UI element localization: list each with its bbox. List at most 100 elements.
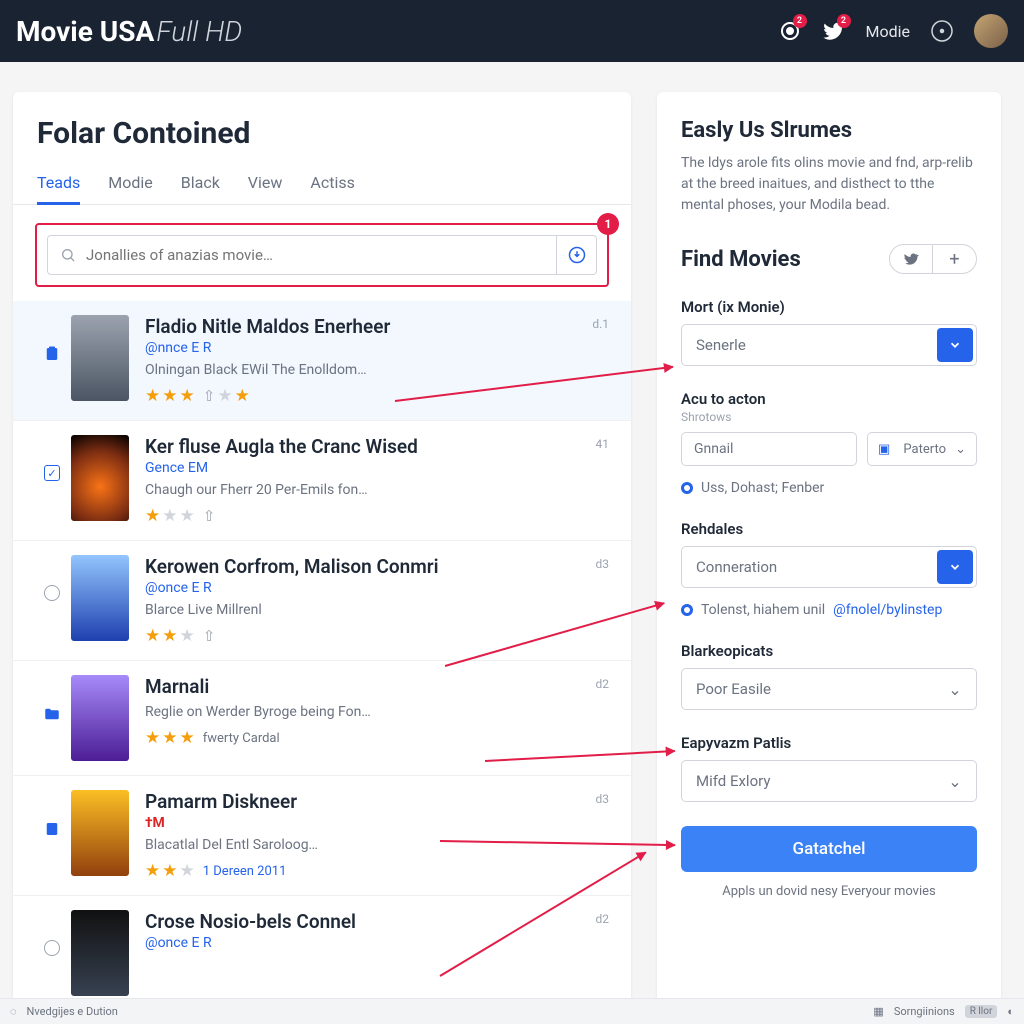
- select-value: Poor Easile: [682, 680, 934, 698]
- item-marker[interactable]: ✓: [33, 435, 71, 481]
- radio-icon: [44, 585, 60, 601]
- result-subtitle: @once E R: [145, 580, 611, 596]
- result-description: Olningan Black EWil The Enolldom…: [145, 362, 611, 378]
- item-marker[interactable]: [33, 315, 71, 363]
- tab-actiss[interactable]: Actiss: [310, 167, 354, 204]
- download-button[interactable]: [557, 235, 597, 275]
- field-label-3: Rehdales: [681, 520, 977, 538]
- poster-thumbnail: [71, 555, 129, 641]
- item-marker[interactable]: [33, 910, 71, 956]
- search-input[interactable]: [86, 246, 544, 264]
- result-description: Reglie on Werder Byroge being Fon…: [145, 704, 611, 720]
- tab-black[interactable]: Black: [181, 167, 220, 204]
- results-list: Fladio Nitle Maldos Enerheer @nnce E R O…: [13, 301, 631, 1010]
- item-marker[interactable]: [33, 675, 71, 723]
- toggle-add[interactable]: +: [933, 244, 977, 274]
- tab-modie[interactable]: Modie: [108, 167, 153, 204]
- result-item[interactable]: Kerowen Corfrom, Malison Conmri @once E …: [13, 540, 631, 660]
- share-icon[interactable]: ⇧: [203, 507, 216, 525]
- result-item[interactable]: Pamarm Diskneer †M Blacatlal Del Entl Sa…: [13, 775, 631, 895]
- annotation-badge-1: 1: [597, 213, 619, 235]
- plus-icon: +: [949, 249, 959, 270]
- bird-icon: [903, 251, 919, 267]
- action-input[interactable]: Gnnail: [681, 432, 857, 466]
- radio-icon: [681, 482, 693, 494]
- field-label-5: Eapyvazm Patlis: [681, 734, 977, 752]
- poster-thumbnail: [71, 435, 129, 521]
- download-icon: [568, 246, 586, 264]
- header-mode-label[interactable]: Modie: [866, 22, 911, 41]
- field-label-4: Blarkeopicats: [681, 642, 977, 660]
- sidebar-heading: Easly Us Slrumes: [681, 118, 977, 143]
- results-panel: Folar Contoined Teads Modie Black View A…: [13, 92, 631, 1010]
- search-highlight-container: 1: [35, 223, 609, 287]
- brand-main: Movie USA: [16, 15, 154, 48]
- rating-extra: fwerty Cardal: [203, 731, 280, 746]
- field-label-2: Acu to acton: [681, 390, 977, 408]
- help-icon[interactable]: [930, 19, 954, 43]
- radio-option-1[interactable]: Uss, Dohast; Fenber: [681, 480, 977, 496]
- rating: ★★★⇧: [145, 506, 611, 526]
- result-item[interactable]: Marnali Reglie on Werder Byroge being Fo…: [13, 660, 631, 775]
- select-value: Conneration: [682, 558, 934, 576]
- result-item[interactable]: Crose Nosio-bels Connel @once E R d2: [13, 895, 631, 1010]
- result-item[interactable]: Fladio Nitle Maldos Enerheer @nnce E R O…: [13, 301, 631, 420]
- status-grid-icon: ▦: [873, 1005, 883, 1018]
- status-dot-icon: ◌: [10, 1005, 17, 1018]
- brand-sub: Full HD: [156, 15, 242, 48]
- bird-icon[interactable]: 2: [822, 19, 846, 43]
- result-description: Chaugh our Fherr 20 Per-Emils fon…: [145, 482, 611, 498]
- status-chip[interactable]: R llor: [965, 1005, 998, 1018]
- chevron-down-icon: [937, 328, 973, 362]
- chevron-down-icon: ⌄: [955, 442, 966, 457]
- rating: ★★★fwerty Cardal: [145, 728, 611, 748]
- status-left: Nvedgijes e Dution: [27, 1005, 118, 1018]
- result-subtitle: †M: [145, 815, 611, 831]
- result-title: Fladio Nitle Maldos Enerheer: [145, 315, 611, 338]
- radio-option-2[interactable]: Tolenst, hiahem unil @fnolel/bylinstep: [681, 602, 977, 618]
- inline-link[interactable]: @fnolel/bylinstep: [833, 602, 942, 618]
- result-title: Marnali: [145, 675, 611, 698]
- panel-title: Folar Contoined: [13, 116, 631, 167]
- result-code: d3: [595, 792, 609, 806]
- select-blark[interactable]: Poor Easile ⌄: [681, 668, 977, 710]
- result-item[interactable]: ✓ Ker fluse Augla the Cranc Wised Gence …: [13, 420, 631, 540]
- search-box: [47, 235, 557, 275]
- submit-button[interactable]: Gatatchel: [681, 826, 977, 872]
- result-title: Ker fluse Augla the Cranc Wised: [145, 435, 611, 458]
- result-description: Blarce Live Millrenl: [145, 602, 611, 618]
- select-mort[interactable]: Senerle: [681, 324, 977, 366]
- status-bar: ◌ Nvedgijes e Dution ▦ Sorngiinions R ll…: [0, 998, 1024, 1024]
- action-select[interactable]: ▣Paterto⌄: [867, 432, 977, 466]
- app-header: Movie USAFull HD 2 2 Modie: [0, 0, 1024, 62]
- item-marker[interactable]: [33, 555, 71, 601]
- chevron-down-icon: [937, 550, 973, 584]
- rating-extra: 1 Dereen 2011: [203, 864, 287, 879]
- select-eapy[interactable]: Mifd Exlory ⌄: [681, 760, 977, 802]
- tab-teads[interactable]: Teads: [37, 167, 80, 204]
- status-mode[interactable]: Sorngiinions: [894, 1005, 955, 1018]
- target-icon[interactable]: 2: [778, 19, 802, 43]
- status-broadcast-icon[interactable]: ◐: [1007, 1005, 1014, 1018]
- share-icon[interactable]: ⇧: [203, 627, 216, 645]
- item-marker[interactable]: [33, 790, 71, 838]
- tab-view[interactable]: View: [248, 167, 283, 204]
- toggle-twitter[interactable]: [889, 244, 933, 274]
- filter-panel: Easly Us Slrumes The ldys arole fits oli…: [657, 92, 1001, 1010]
- field-label-1: Mort (ix Monie): [681, 298, 977, 316]
- select-rehdales[interactable]: Conneration: [681, 546, 977, 588]
- poster-thumbnail: [71, 790, 129, 876]
- user-avatar[interactable]: [974, 14, 1008, 48]
- result-code: d2: [595, 677, 609, 691]
- tabs-row: Teads Modie Black View Actiss: [13, 167, 631, 205]
- chevron-down-icon: ⌄: [937, 672, 973, 706]
- poster-thumbnail: [71, 910, 129, 996]
- checkbox-icon: ✓: [44, 465, 60, 481]
- result-code: d.1: [592, 317, 609, 331]
- share-icon[interactable]: ⇧: [203, 387, 216, 405]
- result-description: Blacatlal Del Entl Saroloog…: [145, 837, 611, 853]
- result-title: Pamarm Diskneer: [145, 790, 611, 813]
- folder-icon: [42, 705, 62, 723]
- result-title: Crose Nosio-bels Connel: [145, 910, 611, 933]
- brand: Movie USAFull HD: [16, 15, 242, 48]
